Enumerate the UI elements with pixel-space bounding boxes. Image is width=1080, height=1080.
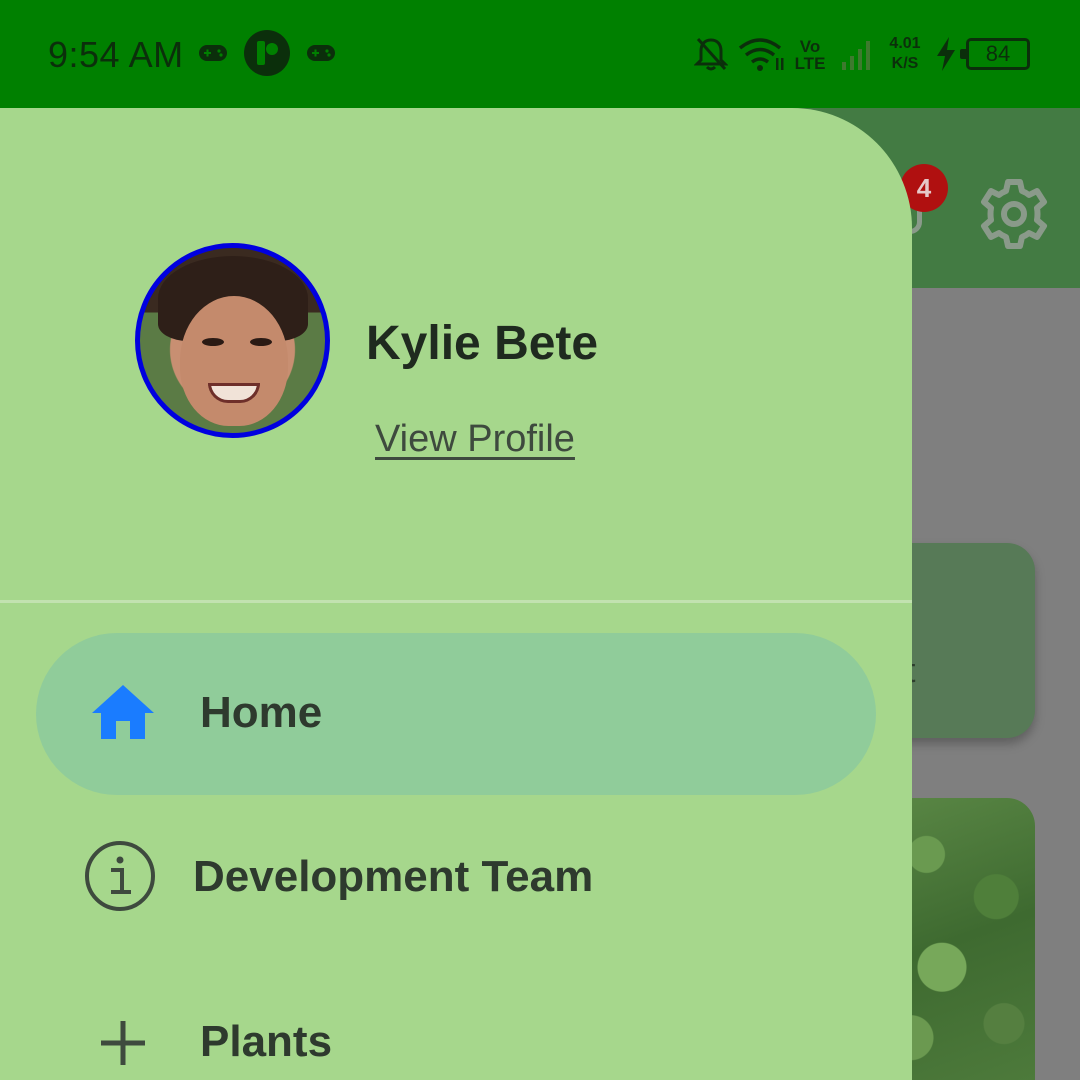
nav-item-home[interactable]: Home — [36, 633, 876, 795]
network-type-bottom: LTE — [794, 54, 826, 73]
avatar-eye — [250, 338, 272, 346]
network-speed-value: 4.01 — [889, 35, 921, 52]
navigation-drawer: Kylie Bete View Profile Home Development… — [0, 108, 912, 1080]
info-icon — [85, 841, 155, 911]
gamepad-icon — [307, 45, 335, 61]
nav-item-plants[interactable]: Plants — [36, 958, 876, 1080]
network-speed-unit: K/S — [891, 55, 919, 72]
nav-item-label: Plants — [200, 1017, 333, 1066]
settings-icon[interactable] — [976, 176, 1052, 252]
battery-level: 84 — [985, 41, 1011, 66]
network-type: Vo LTE — [792, 38, 828, 72]
plus-icon — [101, 1021, 145, 1065]
drawer-divider — [0, 600, 912, 603]
battery-icon: 84 — [960, 38, 1030, 70]
user-name: Kylie Bete — [366, 317, 599, 370]
network-type-top: Vo — [799, 37, 821, 56]
nav-item-label: Development Team — [193, 852, 594, 901]
view-profile-link[interactable]: View Profile — [375, 418, 575, 461]
status-time: 9:54 AM — [48, 34, 184, 75]
wifi-icon — [738, 38, 784, 71]
status-bar: 9:54 AM Vo LTE 4.01 K/S 84 — [0, 0, 1080, 108]
bell-off-icon — [694, 37, 728, 71]
avatar[interactable] — [135, 243, 330, 438]
signal-icon — [842, 41, 870, 70]
avatar-face — [180, 296, 288, 426]
home-icon — [92, 685, 154, 739]
avatar-eye — [202, 338, 224, 346]
gamepad-icon — [199, 45, 227, 61]
nav-item-label: Home — [200, 688, 323, 737]
nav-item-development-team[interactable]: Development Team — [36, 796, 876, 958]
network-speed: 4.01 K/S — [882, 36, 928, 72]
app-icon — [244, 30, 290, 76]
charging-icon — [937, 37, 955, 71]
